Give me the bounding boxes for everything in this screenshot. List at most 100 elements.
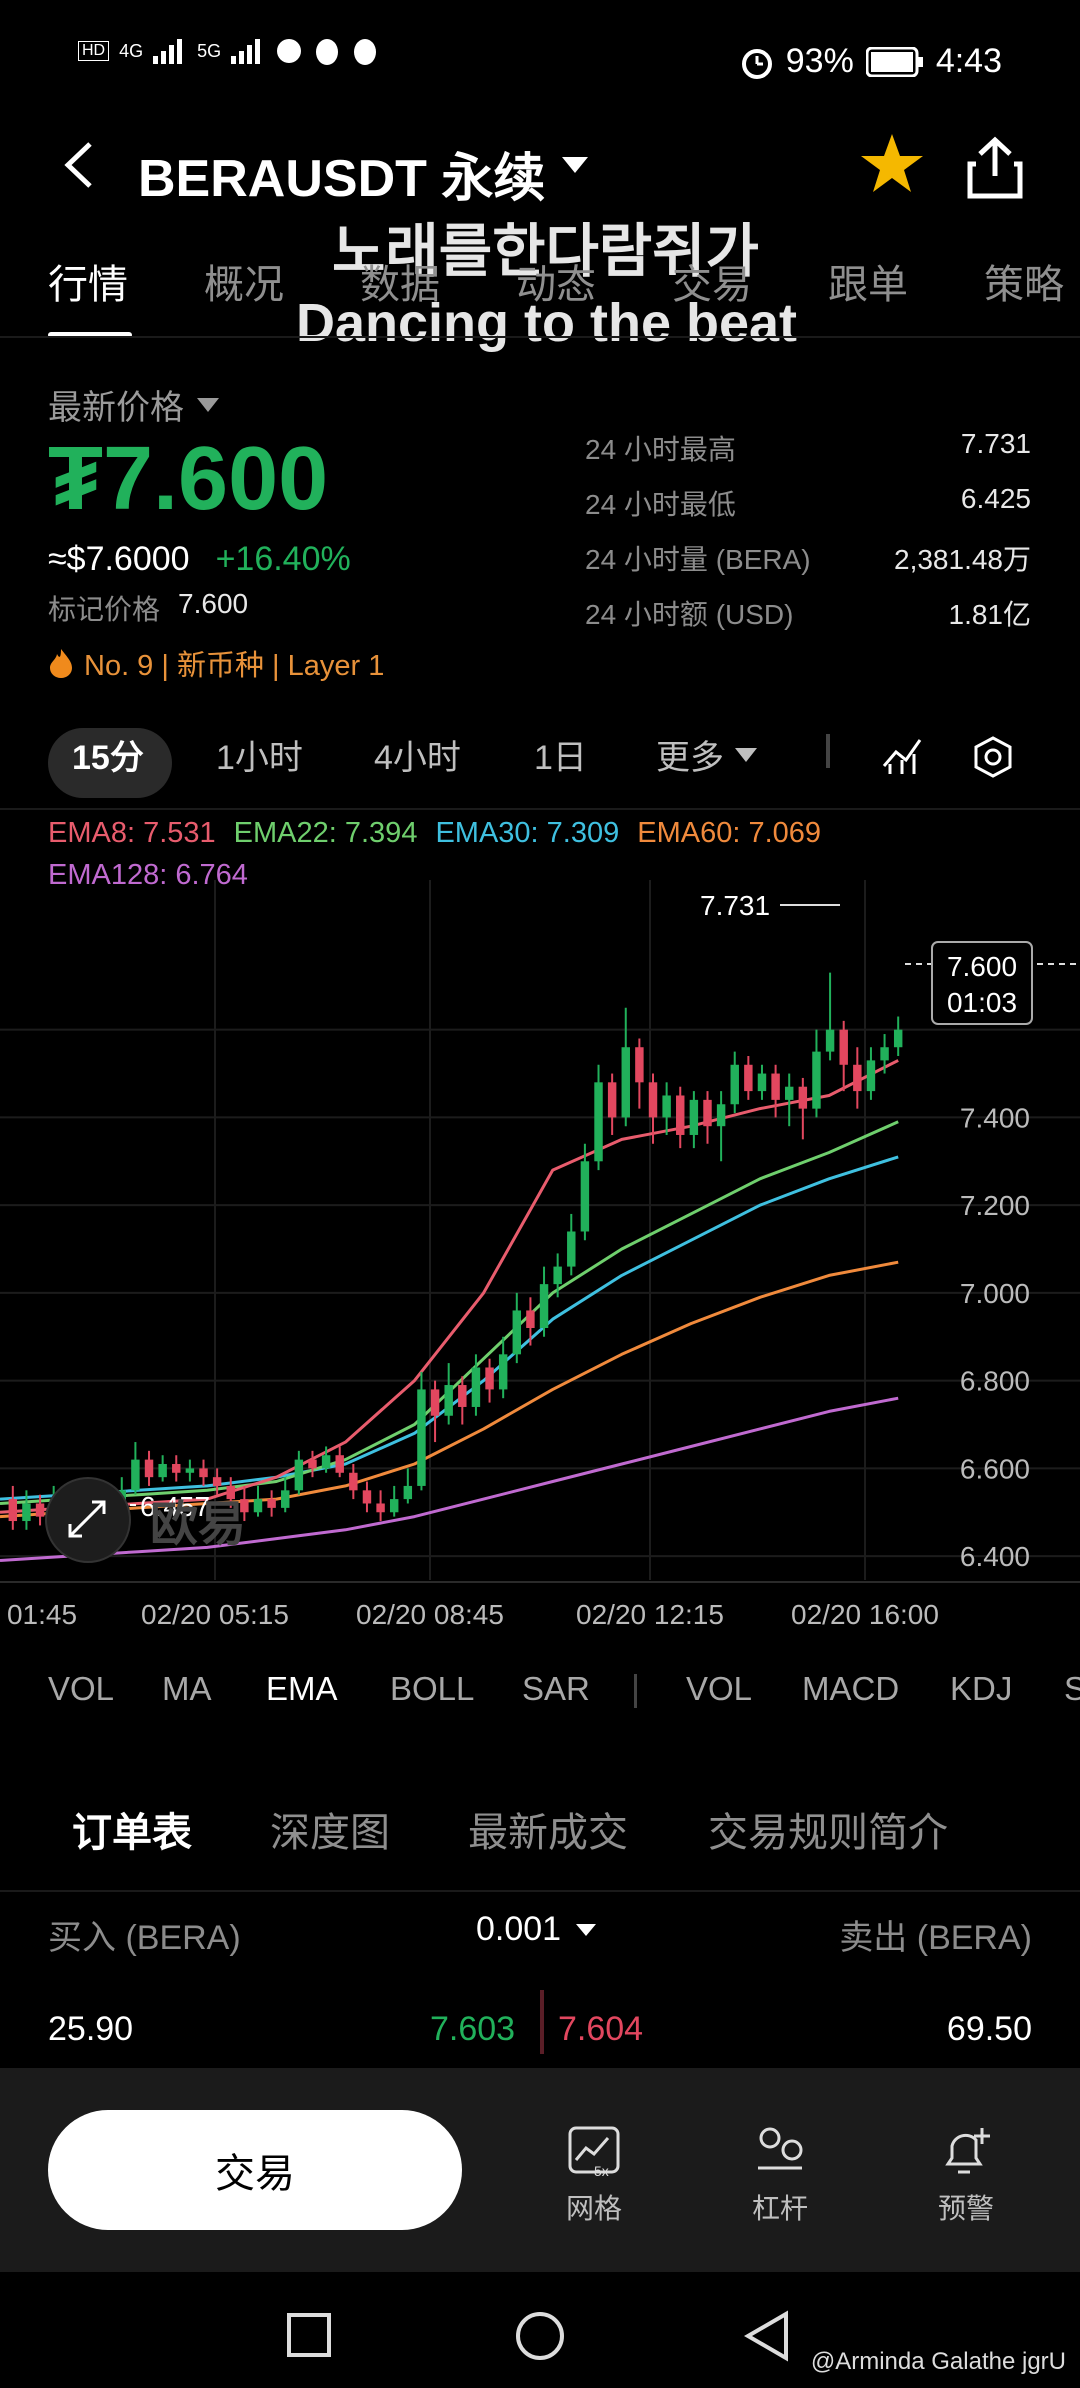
ask-price: 7.604	[558, 2010, 644, 2048]
back-icon[interactable]	[60, 138, 96, 203]
indicator-sub-vol[interactable]: VOL	[686, 1670, 752, 1708]
price-step-selector[interactable]: 0.001	[476, 1910, 597, 1949]
bell-plus-icon	[945, 2128, 990, 2174]
svg-text:5x: 5x	[594, 2163, 609, 2179]
candle-body	[294, 1459, 304, 1491]
candle-body	[730, 1064, 739, 1105]
candle-body	[784, 1086, 794, 1100]
timeframe-15m[interactable]: 15分	[72, 730, 144, 779]
x-tick-label: 02/20 05:15	[141, 1599, 289, 1630]
penguin-icon-2	[354, 39, 377, 65]
stat-high: 24 小时最高 7.731	[585, 428, 1031, 483]
share-icon[interactable]	[966, 136, 1024, 200]
indicator-more[interactable]: S	[1064, 1670, 1080, 1708]
candle-body	[580, 1161, 590, 1232]
alert-button[interactable]: 预警	[906, 2124, 1026, 2227]
chevron-down-icon	[735, 747, 757, 762]
timeframe-more[interactable]: 更多	[656, 730, 758, 779]
candle-body	[662, 1095, 671, 1118]
tab-depth[interactable]: 深度图	[270, 1800, 390, 1858]
indicator-macd[interactable]: MACD	[802, 1670, 899, 1708]
chart-type-icon[interactable]	[882, 736, 922, 776]
candle-body	[676, 1095, 685, 1135]
tab-overview[interactable]: 概况	[204, 252, 284, 310]
24h-stats: 24 小时最高 7.731 24 小时最低 6.425 24 小时量 (BERA) 2…	[585, 428, 1031, 648]
settings-hexagon-icon[interactable]	[972, 736, 1014, 778]
battery-percent: 93%	[785, 42, 854, 80]
x-tick-label: 01:45	[7, 1599, 77, 1630]
x-axis: 01:45 02/20 05:15 02/20 08:45 02/20 12:15 02…	[0, 1581, 1080, 1630]
x-tick-label: 02/20 12:15	[576, 1599, 724, 1630]
tab-strategy[interactable]: 策略	[984, 252, 1064, 310]
y-tick-label: 7.400	[960, 1102, 1030, 1133]
candle-body	[526, 1310, 535, 1328]
indicator-kdj[interactable]: KDJ	[950, 1670, 1012, 1708]
chevron-down-icon[interactable]	[560, 150, 590, 182]
candle-body	[866, 1060, 876, 1092]
mark-price-row: 标记价格 7.600	[48, 588, 248, 628]
tab-quotes[interactable]: 行情	[48, 252, 128, 310]
tab-orderbook[interactable]: 订单表	[72, 1800, 192, 1858]
candle-body	[744, 1064, 753, 1092]
candle-body	[267, 1499, 276, 1508]
candle-body	[335, 1455, 344, 1473]
leverage-button[interactable]: 杠杆	[720, 2124, 840, 2227]
tab-trading-rules[interactable]: 交易规则简介	[708, 1800, 948, 1858]
recents-square-icon[interactable]	[286, 2312, 332, 2358]
candle-body	[648, 1082, 658, 1118]
watermark-text: @Arminda Galathe jgrU	[810, 2348, 1066, 2375]
candle-body	[253, 1499, 263, 1513]
timeframe-1d[interactable]: 1日	[534, 730, 587, 779]
timeframe-1h[interactable]: 1小时	[216, 730, 303, 779]
candle-body	[185, 1468, 195, 1473]
stat-turnover: 24 小时额 (USD) 1.81亿	[585, 593, 1031, 648]
tab-latest-trades[interactable]: 最新成交	[468, 1800, 628, 1858]
price-step: 0.001	[476, 1910, 562, 1948]
timeframe-4h[interactable]: 4小时	[374, 730, 461, 779]
timeframe-more-label: 更多	[656, 739, 724, 777]
indicator-sar[interactable]: SAR	[522, 1670, 590, 1708]
candle-body	[512, 1310, 522, 1355]
leverage-label: 杠杆	[751, 2193, 808, 2224]
status-left-indicators: HD 4G 5G	[78, 36, 379, 66]
battery-icon	[865, 46, 923, 77]
chevron-down-icon	[197, 397, 219, 412]
candle-body	[771, 1073, 780, 1100]
indicator-ma[interactable]: MA	[162, 1670, 212, 1708]
stat-volume: 24 小时量 (BERA) 2,381.48万	[585, 538, 1031, 593]
candle-body	[716, 1104, 726, 1127]
stat-label: 24 小时最低	[585, 489, 736, 520]
stat-label: 24 小时量 (BERA)	[585, 544, 811, 575]
candle-body	[389, 1499, 399, 1513]
back-triangle-icon[interactable]	[744, 2310, 790, 2362]
stat-low: 24 小时最低 6.425	[585, 483, 1031, 538]
y-tick-label: 6.400	[960, 1541, 1030, 1572]
candlestick-chart[interactable]: 7.400 7.200 7.000 6.800 6.600 6.400 01:45 02/2…	[0, 880, 1080, 1660]
status-right: 93% 4:43	[740, 42, 1002, 81]
favorite-star-icon[interactable]	[860, 126, 924, 211]
globe-icon	[277, 39, 302, 63]
instrument-title[interactable]: BERAUSDT 永续	[138, 136, 545, 211]
tags-text: No. 9 | 新币种 | Layer 1	[84, 650, 385, 682]
ema22-label: EMA22: 7.394	[233, 817, 418, 849]
home-circle-icon[interactable]	[514, 2310, 566, 2362]
divider	[0, 1890, 1080, 1892]
orderbook-row[interactable]: 25.90 7.603 7.604 69.50	[0, 1990, 1080, 2070]
stat-value: 6.425	[960, 483, 1031, 514]
price-label-selector[interactable]: 最新价格	[48, 380, 220, 429]
indicator-boll[interactable]: BOLL	[390, 1670, 474, 1708]
stat-label: 24 小时最高	[585, 434, 736, 465]
indicator-vol[interactable]: VOL	[48, 1670, 114, 1708]
candle-body	[539, 1284, 549, 1328]
y-axis: 7.400 7.200 7.000 6.800 6.600 6.400	[960, 1102, 1030, 1572]
tags-row[interactable]: No. 9 | 新币种 | Layer 1	[48, 642, 384, 684]
trade-button[interactable]: 交易	[48, 2110, 462, 2230]
grid-label: 网格	[565, 2193, 622, 2224]
candle-body	[144, 1459, 154, 1478]
tab-copy[interactable]: 跟单	[828, 252, 908, 310]
indicator-ema[interactable]: EMA	[266, 1670, 338, 1708]
grid-button[interactable]: 5x 网格	[534, 2124, 654, 2227]
x-tick-label: 02/20 08:45	[356, 1599, 504, 1630]
candle-body	[362, 1490, 372, 1504]
clock: 4:43	[935, 42, 1002, 80]
